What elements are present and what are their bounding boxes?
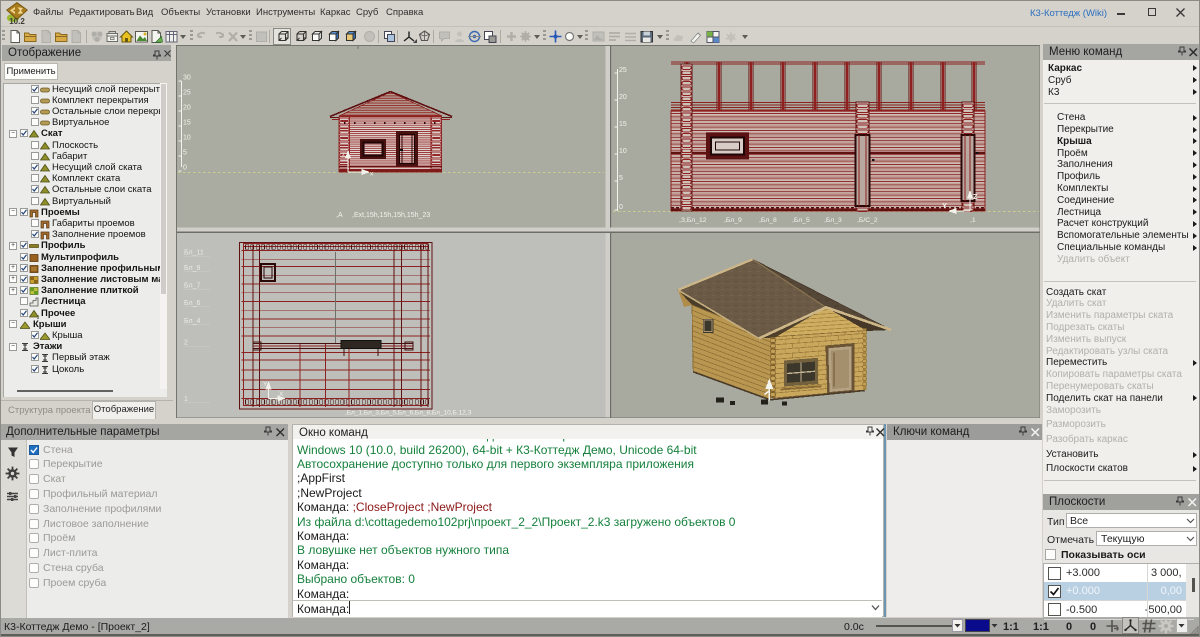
svg-text:10: 10 [619,148,627,155]
svg-text:,Бл_8: ,Бл_8 [759,217,777,224]
svg-text:,Бл_3: ,Бл_3 [824,217,842,224]
svg-text:20: 20 [619,94,627,101]
svg-text:Y: Y [263,381,268,388]
svg-text:0: 0 [619,204,623,211]
svg-text:,З,Бл_12: ,З,Бл_12 [679,217,707,224]
svg-text:Бл_11: Бл_11 [184,250,204,257]
svg-text:Бл_7: Бл_7 [184,283,200,290]
svg-text:,Ext,15h,15h,15h,15h_23: ,Ext,15h,15h,15h,15h_23 [352,212,430,219]
svg-text:X: X [279,391,284,398]
svg-text:25: 25 [183,90,191,97]
svg-text:,Б/С_2: ,Б/С_2 [857,217,878,224]
svg-text:,Бл_1,Бл_3,Бл_5,Бл_6,Бл_8,Бл_1: ,Бл_1,Бл_3,Бл_5,Бл_6,Бл_8,Бл_10,Б.12,З [345,410,472,417]
svg-text:Бл_9: Бл_9 [184,265,200,272]
svg-text:30: 30 [183,75,191,82]
svg-text:5: 5 [619,175,623,182]
svg-text:5: 5 [183,150,187,157]
svg-text:10: 10 [183,135,191,142]
svg-text:10.2: 10.2 [9,17,25,25]
svg-text:,1: ,1 [970,217,976,224]
svg-text:z: z [342,151,345,158]
svg-text:25: 25 [619,67,627,74]
svg-text:Бл_4: Бл_4 [184,318,200,325]
svg-text:Z: Z [973,192,978,201]
svg-text:20: 20 [183,105,191,112]
svg-text:15: 15 [619,121,627,128]
svg-text:15: 15 [183,120,191,127]
svg-text:,А: ,А [336,212,343,219]
svg-text:0: 0 [183,165,187,172]
svg-text:,Бл_9: ,Бл_9 [724,217,742,224]
svg-text:Y: Y [942,201,947,210]
svg-text:1: 1 [184,396,188,403]
svg-text:,Бл_5: ,Бл_5 [792,217,810,224]
svg-text:2: 2 [184,340,188,347]
svg-text:Бл_6: Бл_6 [184,300,200,307]
